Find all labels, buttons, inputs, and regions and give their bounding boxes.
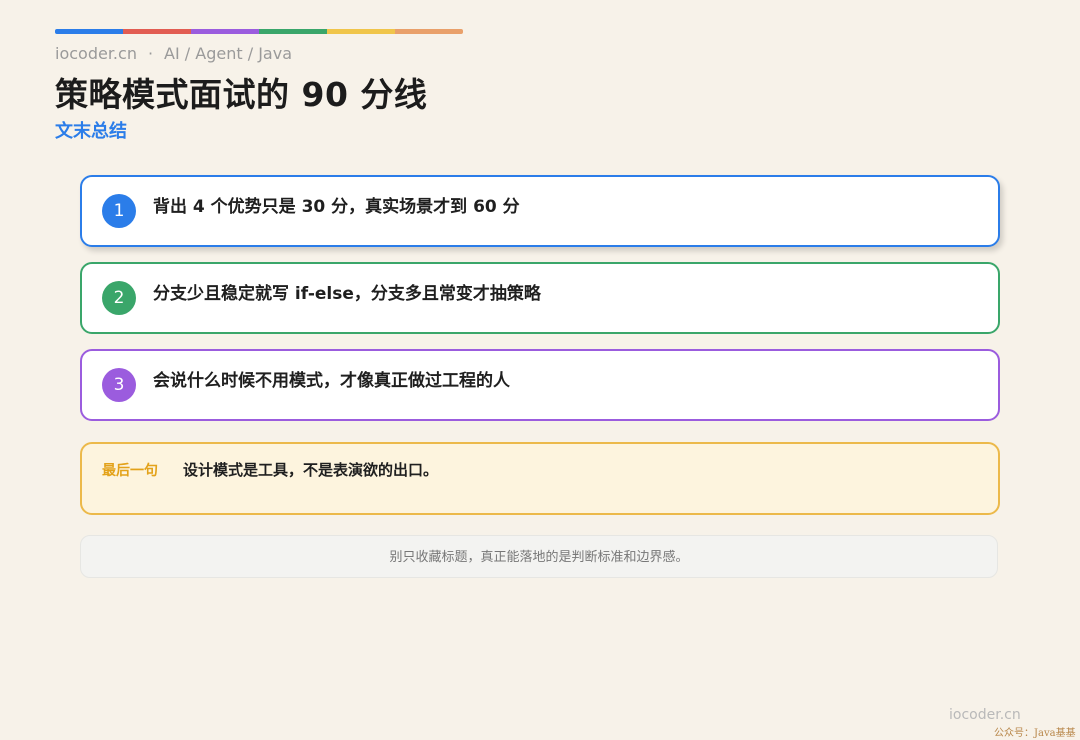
summary-text: 分支少且稳定就写 if-else，分支多且常变才抽策略 [153,284,541,304]
category-path: AI / Agent / Java [164,44,292,63]
color-stripe-bar [55,29,463,34]
footer-brand: iocoder.cn [949,707,1021,723]
stripe-segment [259,29,327,34]
summary-card-2: 2 分支少且稳定就写 if-else，分支多且常变才抽策略 [80,262,1000,334]
stripe-segment [191,29,259,34]
summary-text: 会说什么时候不用模式，才像真正做过工程的人 [153,371,510,391]
summary-card-3: 3 会说什么时候不用模式，才像真正做过工程的人 [80,349,1000,421]
summary-text: 背出 4 个优势只是 30 分，真实场景才到 60 分 [153,197,520,217]
header-meta: iocoder.cn · AI / Agent / Java [55,44,292,63]
page-subtitle: 文末总结 [55,121,127,142]
wechat-watermark: 公众号：Java基基 [994,728,1076,739]
stripe-segment [123,29,191,34]
footer-note: 别只收藏标题，真正能落地的是判断标准和边界感。 [80,535,998,578]
summary-card-1: 1 背出 4 个优势只是 30 分，真实场景才到 60 分 [80,175,1000,247]
number-badge: 3 [102,368,136,402]
number-badge: 1 [102,194,136,228]
final-remark-label: 最后一句 [102,463,158,479]
meta-separator: · [147,44,154,63]
final-remark-text: 设计模式是工具，不是表演欲的出口。 [183,461,439,479]
stripe-segment [327,29,395,34]
final-remark-card: 最后一句 设计模式是工具，不是表演欲的出口。 [80,442,1000,515]
number-badge: 2 [102,281,136,315]
stripe-segment [395,29,463,34]
stripe-segment [55,29,123,34]
site-name: iocoder.cn [55,44,137,63]
page-title: 策略模式面试的 90 分线 [55,75,428,114]
